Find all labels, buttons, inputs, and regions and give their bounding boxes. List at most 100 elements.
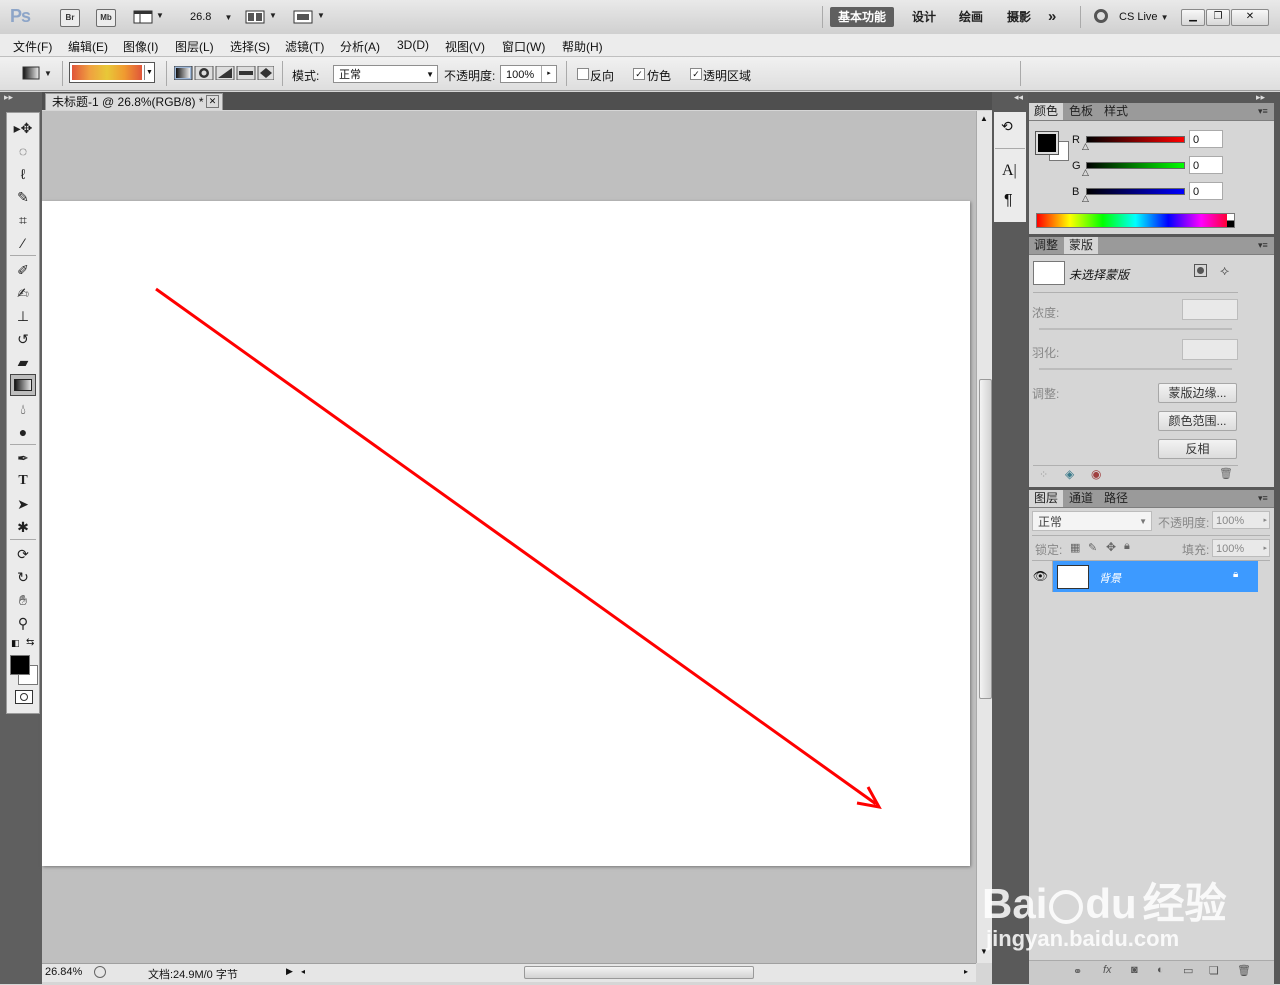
history-brush-tool[interactable]: ↺ bbox=[7, 328, 39, 350]
lasso-tool[interactable]: ℓ bbox=[7, 163, 39, 185]
lock-transparent-icon[interactable]: ▦ bbox=[1070, 541, 1080, 554]
type-tool[interactable]: T bbox=[7, 470, 39, 492]
new-group-icon[interactable]: ▭ bbox=[1183, 964, 1193, 977]
slider-handle-icon[interactable]: △ bbox=[1082, 141, 1089, 152]
move-tool[interactable]: ▸✥ bbox=[7, 117, 39, 139]
screen-mode-button[interactable]: ▼ bbox=[293, 10, 325, 27]
horizontal-scroll-thumb[interactable] bbox=[524, 966, 754, 979]
default-colors-icon[interactable]: ◧ bbox=[11, 638, 20, 649]
menu-filter[interactable]: 滤镜(T) bbox=[285, 38, 324, 55]
add-mask-icon[interactable]: ◙ bbox=[1131, 964, 1138, 976]
adjustment-layer-icon[interactable]: ◐ bbox=[1157, 964, 1164, 976]
menu-select[interactable]: 选择(S) bbox=[230, 38, 270, 55]
quick-mask-button[interactable] bbox=[15, 690, 33, 704]
menu-layer[interactable]: 图层(L) bbox=[175, 38, 214, 55]
foreground-color-swatch[interactable] bbox=[1035, 131, 1059, 155]
blend-mode-dropdown[interactable]: 正常 ▼ bbox=[1032, 511, 1152, 531]
menu-help[interactable]: 帮助(H) bbox=[562, 38, 603, 55]
slider-handle-icon[interactable]: △ bbox=[1082, 193, 1089, 204]
clone-stamp-tool[interactable]: ⊥ bbox=[7, 305, 39, 327]
expand-icon[interactable]: ◂◂ bbox=[1014, 92, 1023, 103]
slider-handle-icon[interactable]: △ bbox=[1082, 167, 1089, 178]
feather-slider[interactable] bbox=[1039, 368, 1232, 370]
quick-selection-tool[interactable]: ✎ bbox=[7, 186, 39, 208]
workspace-painting[interactable]: 绘画 bbox=[951, 7, 991, 27]
cs-live-button[interactable]: CS Live ▼ bbox=[1119, 11, 1169, 23]
menu-edit[interactable]: 编辑(E) bbox=[68, 38, 108, 55]
collapse-icon[interactable]: ▸▸ bbox=[1256, 92, 1265, 103]
delete-icon[interactable]: 🗑︎ bbox=[1219, 467, 1233, 480]
bridge-button[interactable]: Br bbox=[60, 9, 80, 27]
menu-image[interactable]: 图像(I) bbox=[123, 38, 158, 55]
eraser-tool[interactable]: ▰ bbox=[7, 351, 39, 373]
scroll-up-icon[interactable]: ▲ bbox=[980, 114, 988, 123]
delete-layer-icon[interactable]: 🗑︎ bbox=[1237, 964, 1251, 977]
menu-window[interactable]: 窗口(W) bbox=[502, 38, 545, 55]
tab-channels[interactable]: 通道 bbox=[1064, 490, 1098, 507]
gradient-picker[interactable]: ▼ bbox=[69, 62, 155, 83]
swap-colors-icon[interactable]: ⇆ bbox=[26, 637, 34, 648]
gradient-tool[interactable] bbox=[10, 374, 36, 396]
menu-file[interactable]: 文件(F) bbox=[13, 38, 52, 55]
menu-analysis[interactable]: 分析(A) bbox=[340, 38, 380, 55]
layer-name[interactable]: 背景 bbox=[1099, 570, 1121, 586]
mask-edge-button[interactable]: 蒙版边缘... bbox=[1158, 383, 1237, 403]
angle-gradient-button[interactable] bbox=[215, 65, 235, 81]
color-spectrum-ramp[interactable] bbox=[1036, 213, 1235, 228]
menu-3d[interactable]: 3D(D) bbox=[397, 38, 429, 52]
lock-all-icon[interactable]: 🔒︎ bbox=[1124, 540, 1130, 553]
load-selection-icon[interactable]: ⁘ bbox=[1039, 468, 1048, 481]
panel-menu-icon[interactable]: ▾≡ bbox=[1258, 240, 1268, 251]
new-layer-icon[interactable]: ❏ bbox=[1209, 964, 1219, 977]
tool-preset-picker[interactable]: ▼ bbox=[22, 66, 52, 83]
workspace-photography[interactable]: 摄影 bbox=[999, 7, 1039, 27]
arrange-documents-button[interactable]: ▼ bbox=[245, 10, 277, 27]
layer-opacity-input[interactable]: 100% ▸ bbox=[1212, 511, 1270, 529]
brush-tool[interactable]: ✍ bbox=[7, 282, 39, 304]
disable-mask-icon[interactable]: ◉ bbox=[1091, 467, 1101, 481]
radial-gradient-button[interactable] bbox=[194, 65, 214, 81]
scroll-left-icon[interactable]: ◂ bbox=[301, 967, 305, 976]
more-workspaces-icon[interactable]: » bbox=[1040, 7, 1064, 27]
blur-tool[interactable]: 💧︎ bbox=[7, 398, 39, 420]
green-value-input[interactable]: 0 bbox=[1189, 156, 1223, 174]
history-panel-icon[interactable]: ⟲ bbox=[1001, 118, 1013, 135]
blue-value-input[interactable]: 0 bbox=[1189, 182, 1223, 200]
reverse-checkbox[interactable] bbox=[577, 68, 589, 80]
blue-slider[interactable] bbox=[1086, 188, 1185, 195]
zoom-tool[interactable]: ⚲ bbox=[7, 612, 39, 634]
status-icon[interactable] bbox=[94, 966, 106, 978]
marquee-tool[interactable]: ◌ bbox=[7, 140, 39, 162]
vertical-scrollbar[interactable]: ▲ ▼ bbox=[976, 111, 993, 963]
green-slider[interactable] bbox=[1086, 162, 1185, 169]
transparency-checkbox[interactable]: ✓ bbox=[690, 68, 702, 80]
healing-brush-tool[interactable]: ✐ bbox=[7, 259, 39, 281]
tab-styles[interactable]: 样式 bbox=[1099, 103, 1133, 120]
mini-bridge-button[interactable]: Mb bbox=[96, 9, 116, 27]
menu-view[interactable]: 视图(V) bbox=[445, 38, 485, 55]
linear-gradient-button[interactable] bbox=[173, 65, 193, 81]
tab-adjustments[interactable]: 调整 bbox=[1029, 237, 1063, 254]
zoom-status[interactable]: 26.84% bbox=[45, 966, 82, 978]
apply-mask-icon[interactable]: ◈ bbox=[1065, 467, 1074, 481]
mode-dropdown[interactable]: 正常 ▼ bbox=[333, 65, 438, 83]
visibility-eye-icon[interactable]: 👁︎ bbox=[1029, 561, 1053, 592]
panel-menu-icon[interactable]: ▾≡ bbox=[1258, 493, 1268, 504]
diamond-gradient-button[interactable] bbox=[257, 65, 275, 81]
layer-row[interactable]: 👁︎ 背景 🔒︎ bbox=[1029, 561, 1258, 592]
red-value-input[interactable]: 0 bbox=[1189, 130, 1223, 148]
path-selection-tool[interactable]: ➤ bbox=[7, 493, 39, 515]
tab-color[interactable]: 颜色 bbox=[1029, 103, 1064, 120]
scroll-right-icon[interactable]: ▸ bbox=[964, 967, 968, 976]
document-canvas[interactable] bbox=[42, 201, 970, 866]
character-panel-icon[interactable]: A| bbox=[1002, 162, 1017, 180]
reflected-gradient-button[interactable] bbox=[236, 65, 256, 81]
collapse-icon[interactable]: ▸▸ bbox=[4, 92, 13, 103]
vertical-scroll-thumb[interactable] bbox=[979, 379, 992, 699]
workspace-design[interactable]: 设计 bbox=[904, 7, 944, 27]
close-window-button[interactable]: ✕ bbox=[1231, 9, 1269, 26]
crop-tool[interactable]: ⌗ bbox=[7, 209, 39, 231]
tab-layers[interactable]: 图层 bbox=[1029, 490, 1064, 507]
feather-input[interactable] bbox=[1182, 339, 1238, 360]
density-input[interactable] bbox=[1182, 299, 1238, 320]
